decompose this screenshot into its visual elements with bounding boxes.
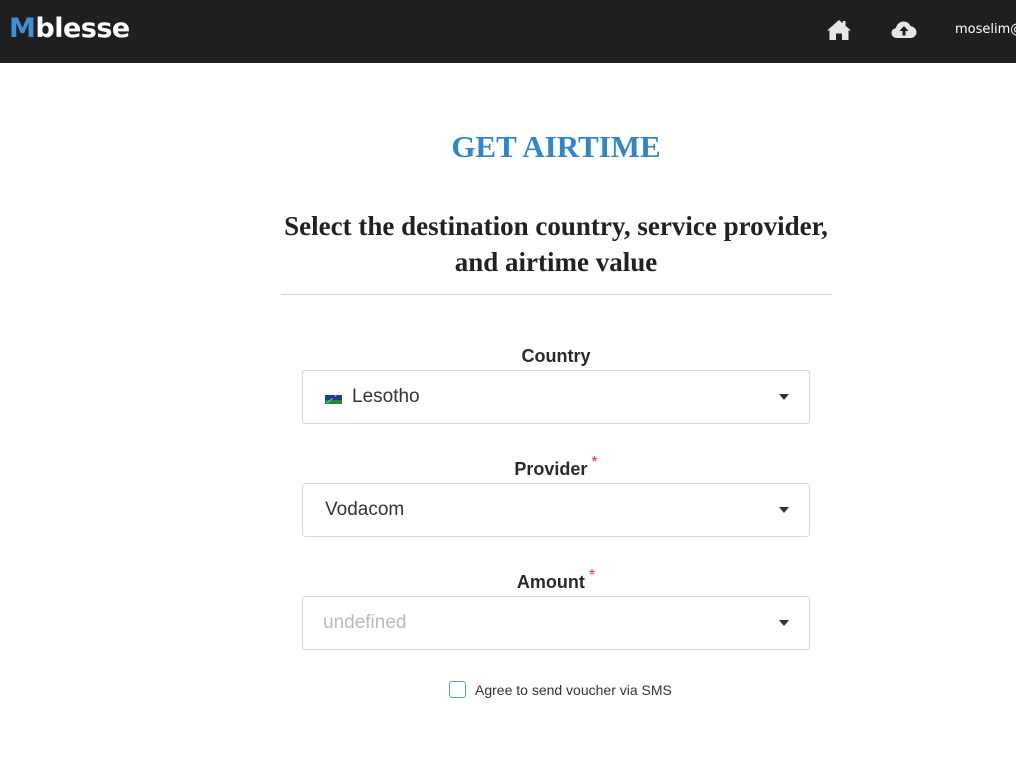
sms-voucher-checkbox[interactable] bbox=[449, 681, 466, 698]
top-navbar: Mblesse moselim@ bbox=[0, 0, 1016, 63]
user-account-link[interactable]: moselim@ bbox=[955, 21, 1016, 39]
logo-m: M bbox=[9, 13, 36, 44]
provider-select[interactable]: Vodacom bbox=[302, 483, 810, 537]
country-label-text: Country bbox=[521, 346, 591, 366]
provider-label-text: Provider bbox=[514, 459, 588, 479]
sms-voucher-checkbox-label[interactable]: Agree to send voucher via SMS bbox=[475, 681, 672, 699]
page-title: GET AIRTIME bbox=[451, 129, 661, 164]
section-divider bbox=[281, 294, 832, 295]
chevron-down-icon bbox=[779, 394, 789, 400]
logo-text: blesse bbox=[35, 13, 130, 44]
lesotho-flag-icon bbox=[325, 391, 342, 404]
amount-select[interactable]: undefined bbox=[302, 596, 810, 650]
brand-logo[interactable]: Mblesse bbox=[9, 12, 130, 46]
provider-value: Vodacom bbox=[325, 499, 405, 520]
page-subtitle: Select the destination country, service … bbox=[284, 211, 828, 277]
chevron-down-icon bbox=[779, 620, 789, 626]
required-asterisk: * bbox=[588, 567, 596, 584]
home-icon[interactable] bbox=[825, 17, 853, 43]
country-label: Country bbox=[302, 345, 810, 367]
required-asterisk: * bbox=[591, 454, 598, 471]
cloud-upload-icon[interactable] bbox=[890, 17, 918, 43]
amount-label: Amount * bbox=[302, 567, 810, 595]
provider-label: Provider * bbox=[302, 454, 810, 482]
amount-placeholder: undefined bbox=[323, 612, 407, 633]
country-value: Lesotho bbox=[352, 386, 420, 407]
chevron-down-icon bbox=[779, 507, 789, 513]
country-select[interactable]: Lesotho bbox=[302, 370, 810, 424]
amount-label-text: Amount bbox=[516, 572, 585, 592]
